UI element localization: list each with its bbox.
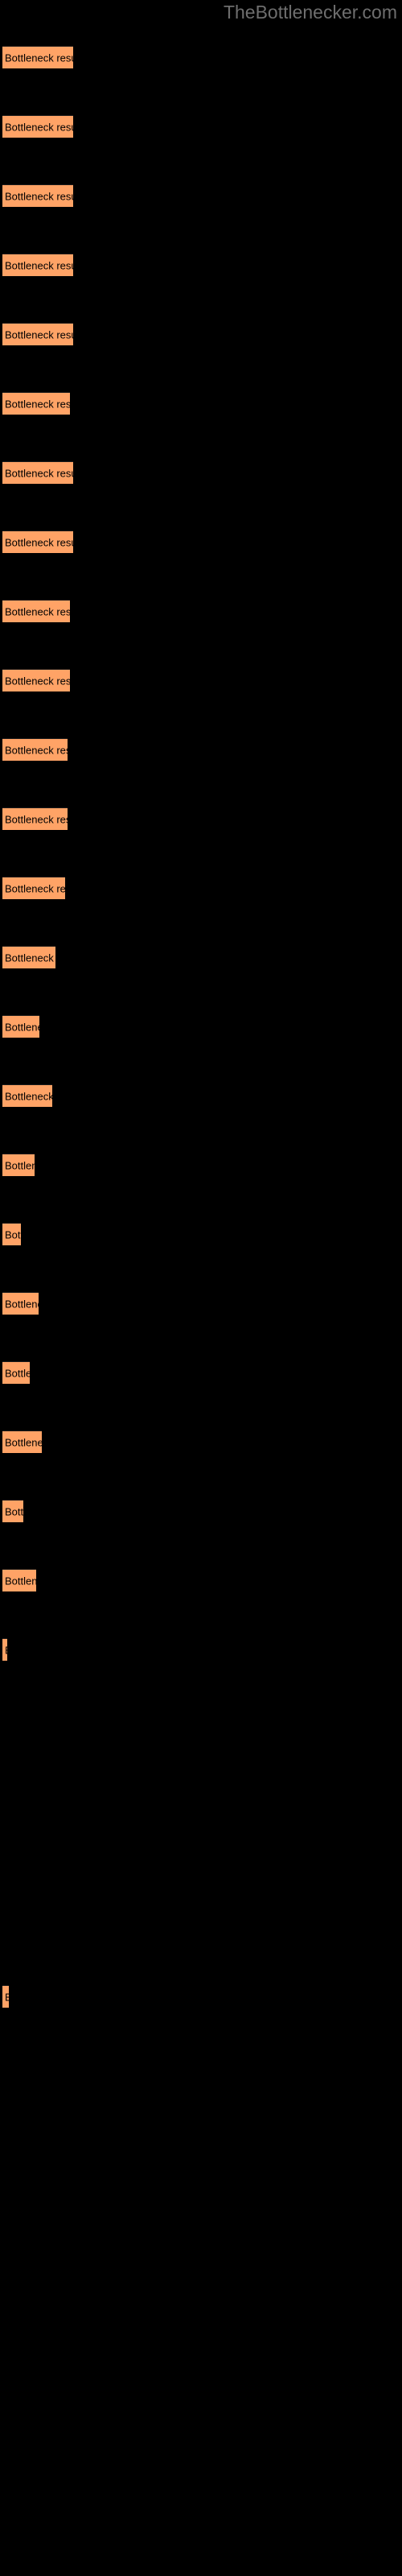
bar[interactable]: Bottleneck result xyxy=(2,184,73,207)
bar-label: Bottleneck result xyxy=(5,467,73,479)
bar-row: Bottleneck result xyxy=(0,1430,402,1453)
bar[interactable]: Bottleneck result xyxy=(2,530,73,553)
bar[interactable]: Bottleneck result xyxy=(2,1985,9,2008)
bar-label: Bottleneck result xyxy=(5,1644,7,1656)
bar[interactable]: Bottleneck result xyxy=(2,1500,23,1522)
bar-row: Bottleneck result xyxy=(0,807,402,830)
bar-label: Bottleneck result xyxy=(5,1436,42,1448)
bar-label: Bottleneck result xyxy=(5,52,73,64)
bar-row: Bottleneck result xyxy=(0,46,402,68)
bottleneck-bar-chart: TheBottlenecker.com Bottleneck resultBot… xyxy=(0,0,402,2576)
bar-label: Bottleneck result xyxy=(5,259,73,271)
bar-row: Bottleneck result xyxy=(0,115,402,138)
bar-row: Bottleneck result xyxy=(0,323,402,345)
bar[interactable]: Bottleneck result xyxy=(2,1154,35,1176)
bar-label: Bottleneck result xyxy=(5,882,65,894)
bar-row: Bottleneck result xyxy=(0,184,402,207)
bar-row: Bottleneck result xyxy=(0,1223,402,1245)
bar-row: Bottleneck result xyxy=(0,946,402,968)
bar[interactable]: Bottleneck result xyxy=(2,1569,36,1591)
bar-label: Bottleneck result xyxy=(5,1367,30,1379)
bar-label: Bottleneck result xyxy=(5,121,73,133)
bar-label: Bottleneck result xyxy=(5,675,70,687)
bar-row: Bottleneck result xyxy=(0,530,402,553)
bar-label: Bottleneck result xyxy=(5,1021,39,1033)
bar-row: Bottleneck result xyxy=(0,738,402,761)
bar[interactable]: Bottleneck result xyxy=(2,1430,42,1453)
bar[interactable]: Bottleneck result xyxy=(2,1223,21,1245)
bar-row: Bottleneck result xyxy=(0,1361,402,1384)
bar-row: Bottleneck result xyxy=(0,877,402,899)
bar[interactable]: Bottleneck result xyxy=(2,669,70,691)
bar-row: Bottleneck result xyxy=(0,1154,402,1176)
bar[interactable]: Bottleneck result xyxy=(2,46,73,68)
bar-label: Bottleneck result xyxy=(5,328,73,341)
bar[interactable]: Bottleneck result xyxy=(2,600,70,622)
bar-row: Bottleneck result xyxy=(0,1084,402,1107)
bar-label: Bottleneck result xyxy=(5,1090,52,1102)
bar-row: Bottleneck result xyxy=(0,600,402,622)
bar[interactable]: Bottleneck result xyxy=(2,392,70,415)
bar-label: Bottleneck result xyxy=(5,1298,39,1310)
bar-label: Bottleneck result xyxy=(5,536,73,548)
bar-label: Bottleneck result xyxy=(5,398,70,410)
bar-label: Bottleneck result xyxy=(5,1505,23,1517)
bar-label: Bottleneck result xyxy=(5,1991,9,2003)
bar-label: Bottleneck result xyxy=(5,1228,21,1241)
bar[interactable]: Bottleneck result xyxy=(2,115,73,138)
bar-label: Bottleneck result xyxy=(5,605,70,617)
plot-area: Bottleneck result Bottleneck result Bottle… xyxy=(0,24,402,2576)
bar-row: Bottleneck result xyxy=(0,669,402,691)
bar[interactable]: Bottleneck result xyxy=(2,807,68,830)
bar-row: Bottleneck result xyxy=(0,1569,402,1591)
bar-row: Bottleneck result xyxy=(0,1638,402,1661)
bar[interactable]: Bottleneck result xyxy=(2,877,65,899)
bar[interactable]: Bottleneck result xyxy=(2,1084,52,1107)
bar[interactable]: Bottleneck result xyxy=(2,1292,39,1315)
bar-label: Bottleneck result xyxy=(5,1159,35,1171)
bar-row: Bottleneck result xyxy=(0,1292,402,1315)
bar-label: Bottleneck result xyxy=(5,744,68,756)
bar[interactable]: Bottleneck result xyxy=(2,461,73,484)
bar-row: Bottleneck result xyxy=(0,461,402,484)
bar[interactable]: Bottleneck result xyxy=(2,254,73,276)
bar-label: Bottleneck result xyxy=(5,190,73,202)
bar-label: Bottleneck result xyxy=(5,1575,36,1587)
bar-label: Bottleneck result xyxy=(5,952,55,964)
bar[interactable]: Bottleneck result xyxy=(2,1638,7,1661)
bar-row: Bottleneck result xyxy=(0,392,402,415)
bar-row: Bottleneck result xyxy=(0,254,402,276)
bar-row: Bottleneck result xyxy=(0,1985,402,2008)
bar[interactable]: Bottleneck result xyxy=(2,946,55,968)
bar[interactable]: Bottleneck result xyxy=(2,738,68,761)
bar[interactable]: Bottleneck result xyxy=(2,323,73,345)
bar[interactable]: Bottleneck result xyxy=(2,1015,39,1038)
bar[interactable]: Bottleneck result xyxy=(2,1361,30,1384)
bar-row: Bottleneck result xyxy=(0,1500,402,1522)
bar-label: Bottleneck result xyxy=(5,813,68,825)
site-title: TheBottlenecker.com xyxy=(223,2,397,23)
bar-row: Bottleneck result xyxy=(0,1015,402,1038)
